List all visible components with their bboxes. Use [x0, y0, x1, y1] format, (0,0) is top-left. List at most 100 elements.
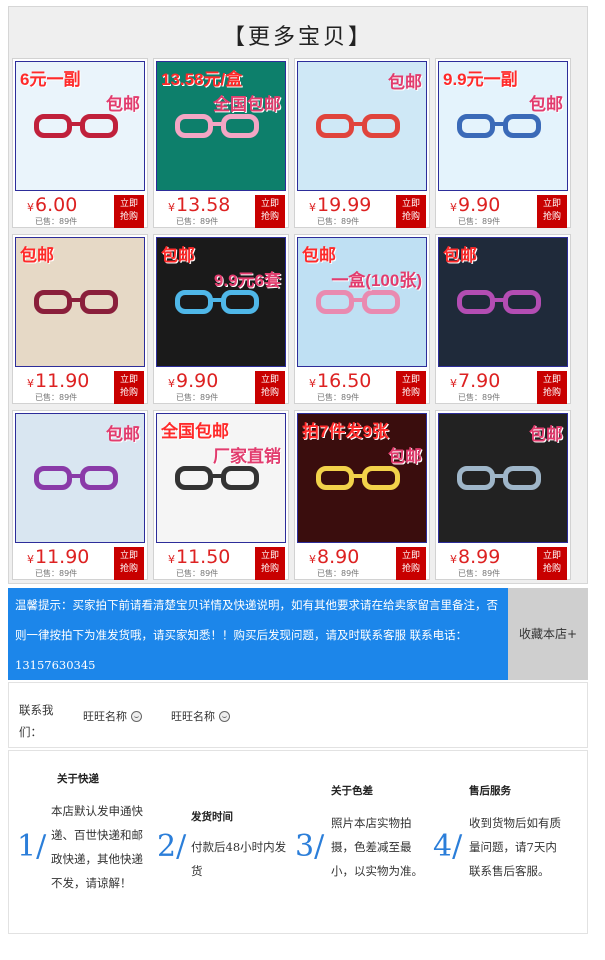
- service-text: 收到货物后如有质量问题，请7天内联系售后客服。: [469, 816, 561, 878]
- buy-now-button[interactable]: 立即 抢购: [537, 371, 567, 404]
- buy-now-label: 抢购: [401, 388, 420, 398]
- wangwang-name: 旺旺名称: [171, 710, 215, 723]
- buy-now-button[interactable]: 立即 抢购: [255, 371, 285, 404]
- product-image[interactable]: 包邮: [15, 237, 145, 367]
- product-card[interactable]: 拍7件发9张 包邮 ¥8.90 已售：89件 立即 抢购: [294, 410, 430, 580]
- product-image[interactable]: 全国包邮 厂家直销: [156, 413, 286, 543]
- product-illustration: [80, 290, 118, 314]
- price-row: ¥19.99 已售：89件 立即 抢购: [295, 193, 429, 228]
- wangwang-link-1[interactable]: 旺旺名称: [83, 708, 142, 724]
- buy-now-label: 立即: [119, 199, 138, 209]
- price-value: 9.90: [458, 194, 501, 216]
- buy-now-button[interactable]: 立即 抢购: [396, 547, 426, 580]
- sold-count: 已售：89件: [35, 393, 78, 402]
- product-tag-text: 全国包邮: [213, 95, 281, 114]
- buy-now-label: 抢购: [260, 388, 279, 398]
- product-tag-text: 包邮: [106, 425, 140, 444]
- product-card[interactable]: 包邮 9.9元6套 ¥9.90 已售：89件 立即 抢购: [153, 234, 289, 404]
- product-promo-text: 包邮: [443, 246, 477, 265]
- product-promo-text: 全国包邮: [161, 422, 229, 441]
- price-row: ¥11.90 已售：89件 立即 抢购: [13, 369, 147, 404]
- buy-now-button[interactable]: 立即 抢购: [255, 195, 285, 228]
- product-illustration: [221, 466, 259, 490]
- product-image[interactable]: 9.9元一副 包邮: [438, 61, 568, 191]
- price-value: 8.90: [317, 546, 360, 568]
- product-card[interactable]: 包邮 ¥8.99 已售：89件 立即 抢购: [435, 410, 571, 580]
- product-price: ¥8.99: [450, 546, 500, 568]
- sold-count: 已售：89件: [458, 217, 501, 226]
- buy-now-label: 立即: [260, 199, 279, 209]
- service-color-difference: 3/ 关于色差 照片本店实物拍摄，色差减至最小，以实物为准。: [293, 751, 433, 935]
- favorite-store-button[interactable]: 收藏本店+: [508, 588, 588, 680]
- product-illustration: [457, 290, 495, 314]
- product-promo-text: 6元一副: [20, 70, 81, 89]
- product-illustration: [80, 466, 118, 490]
- product-illustration: [80, 114, 118, 138]
- product-card[interactable]: 包邮 ¥19.99 已售：89件 立即 抢购: [294, 58, 430, 228]
- buy-now-button[interactable]: 立即 抢购: [537, 547, 567, 580]
- buy-now-button[interactable]: 立即 抢购: [255, 547, 285, 580]
- product-promo-text: 13.58元/盒: [161, 70, 243, 89]
- buy-now-button[interactable]: 立即 抢购: [114, 547, 144, 580]
- price-row: ¥11.90 已售：89件 立即 抢购: [13, 545, 147, 580]
- product-card[interactable]: 全国包邮 厂家直销 ¥11.50 已售：89件 立即 抢购: [153, 410, 289, 580]
- currency-symbol: ¥: [309, 201, 316, 214]
- currency-symbol: ¥: [450, 553, 457, 566]
- product-tag-text: 包邮: [106, 95, 140, 114]
- product-image[interactable]: 拍7件发9张 包邮: [297, 413, 427, 543]
- product-price: ¥11.50: [168, 546, 230, 568]
- product-card[interactable]: 9.9元一副 包邮 ¥9.90 已售：89件 立即 抢购: [435, 58, 571, 228]
- currency-symbol: ¥: [168, 201, 175, 214]
- buy-now-button[interactable]: 立即 抢购: [537, 195, 567, 228]
- buy-now-label: 立即: [401, 375, 420, 385]
- product-promo-text: 包邮: [20, 246, 54, 265]
- product-card[interactable]: 包邮 ¥7.90 已售：89件 立即 抢购: [435, 234, 571, 404]
- product-card[interactable]: 包邮 一盒(100张) ¥16.50 已售：89件 立即 抢购: [294, 234, 430, 404]
- currency-symbol: ¥: [450, 377, 457, 390]
- service-number: 1/: [17, 829, 47, 864]
- buy-now-label: 立即: [119, 551, 138, 561]
- product-image[interactable]: 6元一副包邮: [15, 61, 145, 191]
- price-row: ¥16.50 已售：89件 立即 抢购: [295, 369, 429, 404]
- buy-now-button[interactable]: 立即 抢购: [114, 371, 144, 404]
- product-card[interactable]: 6元一副 包邮 ¥6.00 已售：89件 立即 抢购: [12, 58, 148, 228]
- price-row: ¥8.99 已售：89件 立即 抢购: [436, 545, 570, 580]
- service-title: 关于快递: [57, 773, 99, 785]
- product-price: ¥9.90: [168, 370, 218, 392]
- product-card[interactable]: 包邮 ¥11.90 已售：89件 立即 抢购: [12, 410, 148, 580]
- wangwang-link-2[interactable]: 旺旺名称: [171, 708, 230, 724]
- service-text: 照片本店实物拍摄，色差减至最小，以实物为准。: [331, 816, 423, 878]
- product-image[interactable]: 包邮 一盒(100张): [297, 237, 427, 367]
- product-image[interactable]: 包邮: [297, 61, 427, 191]
- product-illustration: [493, 122, 505, 126]
- sold-count: 已售：89件: [35, 217, 78, 226]
- buy-now-button[interactable]: 立即 抢购: [396, 195, 426, 228]
- price-row: ¥6.00 已售：89件 立即 抢购: [13, 193, 147, 228]
- product-illustration: [316, 290, 354, 314]
- sold-count: 已售：89件: [458, 569, 501, 578]
- buy-now-button[interactable]: 立即 抢购: [396, 371, 426, 404]
- contact-row: 联系我们： 旺旺名称 旺旺名称: [8, 682, 588, 748]
- buy-now-button[interactable]: 立即 抢购: [114, 195, 144, 228]
- product-illustration: [362, 466, 400, 490]
- buy-now-label: 立即: [260, 375, 279, 385]
- buy-now-label: 抢购: [119, 388, 138, 398]
- product-image[interactable]: 包邮: [15, 413, 145, 543]
- buy-now-label: 立即: [542, 199, 561, 209]
- product-illustration: [493, 298, 505, 302]
- service-number: 2/: [157, 829, 187, 864]
- product-image[interactable]: 包邮 9.9元6套: [156, 237, 286, 367]
- buy-now-label: 立即: [401, 551, 420, 561]
- price-value: 16.50: [317, 370, 372, 392]
- product-card[interactable]: 包邮 ¥11.90 已售：89件 立即 抢购: [12, 234, 148, 404]
- service-shipping: 1/ 关于快递 本店默认发申通快递、百世快递和邮政快递，其他快递不发，请谅解！: [15, 751, 155, 935]
- product-image[interactable]: 包邮: [438, 237, 568, 367]
- price-value: 11.50: [176, 546, 231, 568]
- price-row: ¥7.90 已售：89件 立即 抢购: [436, 369, 570, 404]
- buy-now-label: 抢购: [542, 212, 561, 222]
- product-image[interactable]: 包邮: [438, 413, 568, 543]
- product-card[interactable]: 13.58元/盒 全国包邮 ¥13.58 已售：89件 立即 抢购: [153, 58, 289, 228]
- product-image[interactable]: 13.58元/盒全国包邮: [156, 61, 286, 191]
- product-illustration: [34, 290, 72, 314]
- service-text: 付款后48小时内发货: [191, 840, 287, 878]
